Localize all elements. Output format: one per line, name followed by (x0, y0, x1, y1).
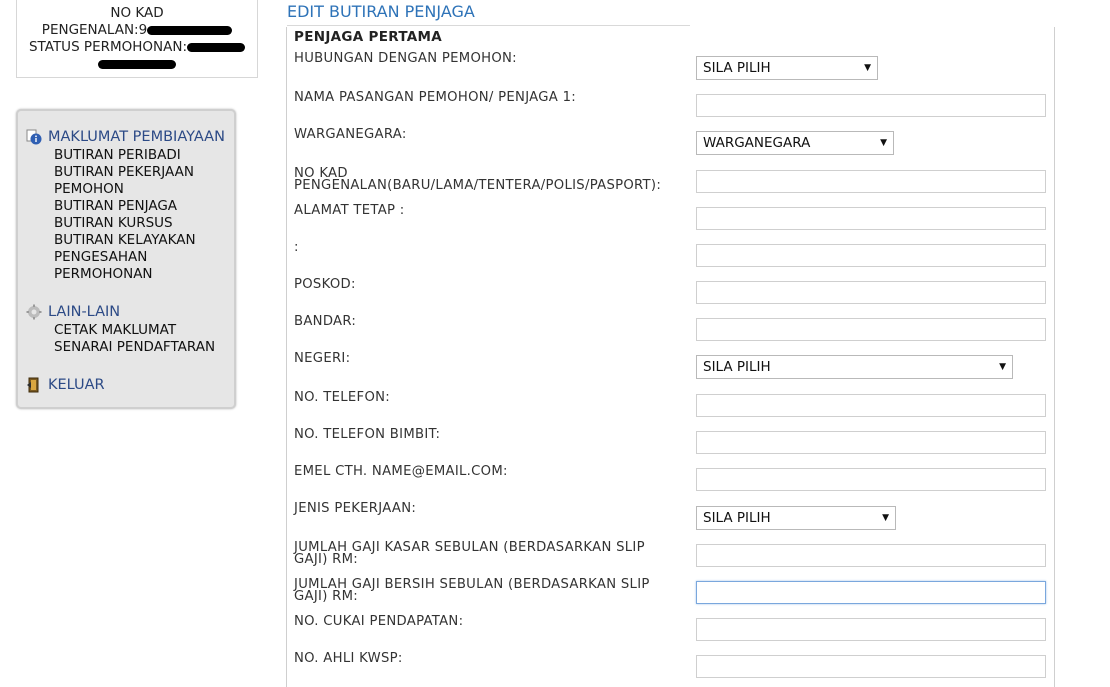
label-bandar: BANDAR: (294, 314, 357, 329)
redacted-status-2 (98, 59, 176, 69)
menu-item-butiran-kursus[interactable]: BUTIRAN KURSUS (26, 215, 225, 232)
gaji-kasar-input[interactable] (696, 544, 1046, 567)
applicant-info-box: NO KAD PENGENALAN:9 STATUS PERMOHONAN: (16, 0, 258, 78)
section-title: PENJAGA PERTAMA (294, 29, 443, 45)
menu-item-butiran-peribadi[interactable]: BUTIRAN PERIBADI (26, 147, 225, 164)
jenis-pekerjaan-select[interactable]: SILA PILIH ▼ (696, 506, 896, 530)
hubungan-select[interactable]: SILA PILIH ▼ (696, 56, 878, 80)
label-no-telefon: NO. TELEFON: (294, 390, 391, 405)
label-no-ahli-kwsp: NO. AHLI KWSP: (294, 651, 403, 666)
poskod-input[interactable] (696, 281, 1046, 304)
label-no-kad: NO KAD PENGENALAN(BARU/LAMA/TENTERA/POLI… (294, 166, 662, 193)
emel-input[interactable] (696, 468, 1046, 491)
label-gaji-kasar: JUMLAH GAJI KASAR SEBULAN (BERDASARKAN S… (294, 540, 645, 567)
dropdown-arrow-icon: ▼ (999, 362, 1006, 372)
label-nama-pasangan: NAMA PASANGAN PEMOHON/ PENJAGA 1: (294, 90, 577, 105)
label-jenis-pekerjaan: JENIS PEKERJAAN: (294, 501, 417, 516)
label-alamat-tetap: ALAMAT TETAP : (294, 203, 405, 218)
title-divider (287, 25, 690, 26)
status-row-2 (17, 56, 257, 73)
menu-section-lain-lain: LAIN-LAIN CETAK MAKLUMAT SENARAI PENDAFT… (26, 303, 215, 356)
info-icon (26, 129, 42, 145)
label-gaji-bersih: JUMLAH GAJI BERSIH SEBULAN (BERDASARKAN … (294, 577, 650, 604)
warganegara-select[interactable]: WARGANEGARA ▼ (696, 131, 894, 155)
nama-pasangan-input[interactable] (696, 94, 1046, 117)
menu-title-lain-lain: LAIN-LAIN (48, 304, 121, 320)
dropdown-arrow-icon: ▼ (880, 138, 887, 148)
menu-section-keluar: KELUAR (26, 376, 105, 394)
no-ahli-kwsp-input[interactable] (696, 655, 1046, 678)
menu-item-pengesahan[interactable]: PENGESAHAN (26, 249, 225, 266)
label-warganegara: WARGANEGARA: (294, 127, 407, 142)
menu-item-butiran-kelayakan[interactable]: BUTIRAN KELAYAKAN (26, 232, 225, 249)
exit-door-icon (27, 377, 39, 393)
menu-item-senarai-pendaftaran[interactable]: SENARAI PENDAFTARAN (26, 339, 215, 356)
menu-item-cetak-maklumat[interactable]: CETAK MAKLUMAT (26, 322, 215, 339)
no-kad-label: NO KAD (110, 5, 164, 21)
menu-item-permohonan[interactable]: PERMOHONAN (26, 266, 225, 283)
label-emel: EMEL CTH. NAME@EMAIL.COM: (294, 464, 508, 479)
no-telefon-bimbit-input[interactable] (696, 431, 1046, 454)
menu-item-butiran-penjaga[interactable]: BUTIRAN PENJAGA (26, 198, 225, 215)
menu-section-maklumat: MAKLUMAT PEMBIAYAAN BUTIRAN PERIBADI BUT… (26, 128, 225, 283)
jenis-pekerjaan-select-value: SILA PILIH (703, 510, 771, 526)
page-title: EDIT BUTIRAN PENJAGA (287, 2, 475, 21)
pengenalan-value: 9 (138, 22, 148, 38)
menu-head-keluar[interactable]: KELUAR (26, 376, 105, 394)
menu-title-keluar: KELUAR (48, 377, 105, 393)
warganegara-select-value: WARGANEGARA (703, 135, 811, 151)
menu-title-maklumat: MAKLUMAT PEMBIAYAAN (48, 129, 225, 145)
redacted-ic-number (147, 25, 233, 35)
status-row: STATUS PERMOHONAN: (17, 39, 257, 56)
label-negeri: NEGERI: (294, 351, 351, 366)
label-alamat-2: : (294, 240, 299, 255)
hubungan-select-value: SILA PILIH (703, 60, 771, 76)
label-hubungan: HUBUNGAN DENGAN PEMOHON: (294, 51, 517, 66)
side-menu: MAKLUMAT PEMBIAYAAN BUTIRAN PERIBADI BUT… (16, 109, 236, 409)
negeri-select-value: SILA PILIH (703, 359, 771, 375)
menu-item-pemohon[interactable]: PEMOHON (26, 181, 225, 198)
no-kad-input[interactable] (696, 170, 1046, 193)
menu-head-lain-lain[interactable]: LAIN-LAIN (26, 303, 215, 321)
label-poskod: POSKOD: (294, 277, 356, 292)
dropdown-arrow-icon: ▼ (864, 63, 871, 73)
gear-icon (26, 304, 42, 320)
dropdown-arrow-icon: ▼ (882, 513, 889, 523)
label-no-cukai: NO. CUKAI PENDAPATAN: (294, 614, 464, 629)
alamat-tetap-input[interactable] (696, 207, 1046, 230)
bandar-input[interactable] (696, 318, 1046, 341)
negeri-select[interactable]: SILA PILIH ▼ (696, 355, 1013, 379)
gaji-bersih-input[interactable] (696, 581, 1046, 604)
menu-item-butiran-pekerjaan[interactable]: BUTIRAN PEKERJAAN (26, 164, 225, 181)
alamat-2-input[interactable] (696, 244, 1046, 267)
status-label: STATUS PERMOHONAN: (28, 39, 188, 55)
no-cukai-input[interactable] (696, 618, 1046, 641)
redacted-status (187, 42, 246, 52)
pengenalan-row: PENGENALAN:9 (17, 22, 257, 39)
menu-head-maklumat-pembiayaan[interactable]: MAKLUMAT PEMBIAYAAN (26, 128, 225, 146)
no-telefon-input[interactable] (696, 394, 1046, 417)
label-no-telefon-bimbit: NO. TELEFON BIMBIT: (294, 427, 441, 442)
pengenalan-label: PENGENALAN: (41, 22, 139, 38)
